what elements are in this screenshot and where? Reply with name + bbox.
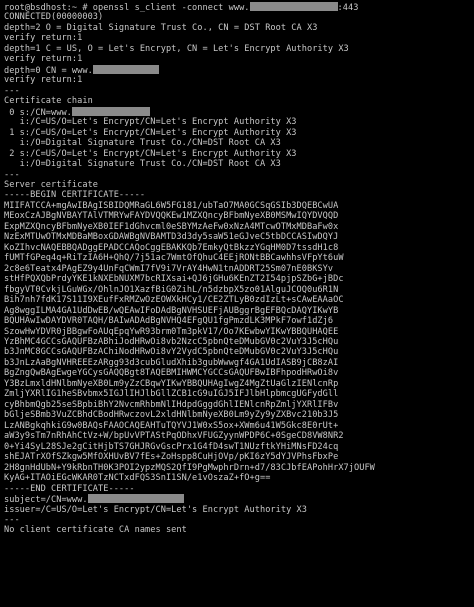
prompt-command: root@bsdhost:~ # openssl s_client -conne… [4, 3, 250, 13]
output-line: depth=2 O = Digital Signature Trust Co.,… [4, 22, 318, 33]
cert-line: BgZngQwBAgEwgeYGCysGAQQBgt8TAQEBMIHWMCYG… [4, 368, 339, 379]
section-heading: Certificate chain [4, 96, 93, 107]
chain-line: i:/O=Digital Signature Trust Co./CN=DST … [4, 159, 281, 170]
chain-line: i:/C=US/O=Let's Encrypt/CN=Let's Encrypt… [4, 117, 297, 128]
chain-line: 2 s:/C=US/O=Let's Encrypt/CN=Let's Encry… [4, 148, 297, 159]
redacted-hostname [92, 64, 159, 74]
cert-line: fUMTfGPeq4q+RiTzIA6H+QhQ/7j51ac7WmtOfQhu… [4, 253, 344, 264]
output-line: CONNECTED(00000003) [4, 12, 104, 23]
cert-line: ZmljYXRlIG1heSBvbmx5IGJlIHJlbGllZCB1cG9u… [4, 389, 339, 400]
separator-line: --- [4, 85, 20, 96]
cert-line: aW3y9sTm7nRhAhCtVz+W/bpUvVPTAStPqODhxVFU… [4, 431, 344, 442]
cert-line: ExpMZXQncyBFbmNyeXB0IEF1dGhvcml0eSBYMzAe… [4, 221, 339, 232]
cert-line: bGljeSBmb3VuZCBhdCBodHRwczovL2xldHNlbmNy… [4, 410, 339, 421]
cert-line: Ag8wggILMA4GA1UdDwEB/wQEAwIFoDAdBgNVHSUE… [4, 305, 339, 316]
depth0-line: depth=0 CN = www. [4, 64, 471, 76]
cert-line: NzExMTUwOTMxMDBaMBoxGDAWBgNVBAMTD3d3dy5s… [4, 232, 339, 243]
chain0-subject: 0 s:/CN=www. [4, 107, 72, 118]
cert-line: MEoxCzAJBgNVBAYTAlVTMRYwFAYDVQQKEw1MZXQn… [4, 211, 339, 222]
cert-line: Y3BzLmxldHNlbmNyeXB0Lm9yZzCBqwYIKwYBBQUH… [4, 378, 339, 389]
cert-line: KoZIhvcNAQEBBQADggEPADCCAQoCggEBAKKQb7Em… [4, 242, 339, 253]
prompt-line: root@bsdhost:~ # openssl s_client -conne… [4, 2, 471, 12]
output-line: depth=1 C = US, O = Let's Encrypt, CN = … [4, 43, 349, 54]
cert-line: 2H8gnHdUbN+Y9kRbnTH0K3POI2ypzMQS2QfI9PgM… [4, 462, 375, 473]
output-line: verify return:1 [4, 33, 83, 44]
chain-line: 1 s:/C=US/O=Let's Encrypt/CN=Let's Encry… [4, 127, 297, 138]
prompt-port: :443 [337, 3, 359, 13]
begin-certificate-line: -----BEGIN CERTIFICATE----- [4, 190, 146, 201]
cert-line: stHfPQXQbPrdyYKE1kNXEbNUXM7bcRIXsai+QJ6j… [4, 274, 344, 285]
cert-line: 2c8e6Teatx4PAgEZ9y4UnFqCWmI7fV9i7VrAY4Hw… [4, 263, 334, 274]
output-line: verify return:1 [4, 54, 83, 65]
cert-line: SzowHwYDVR0jBBgwFoAUqEpqYwR93brm0Tm3pkV1… [4, 326, 339, 337]
separator-line: --- [4, 514, 20, 525]
cert-line: cyBhbmQgb25seSBpbiBhY2NvcmRhbmNlIHdpdGgg… [4, 399, 339, 410]
redacted-hostname [249, 2, 338, 11]
cert-line: MIIFATCCA+mgAwIBAgISBIDQMRaGL6W5FG181/ub… [4, 200, 339, 211]
output-line: verify return:1 [4, 75, 83, 86]
subject-line: subject=/CN=www. [4, 494, 471, 505]
cert-line: BQUHAwIwDAYDVR0TAQH/BAIwADAdBgNVHQ4EFgQU… [4, 316, 334, 327]
cert-line: Bih7nh7fdK17S11I9XEufFxRMZwOzEOWXkHCy1/C… [4, 295, 344, 306]
section-heading: Server certificate [4, 179, 99, 190]
cert-line: LzANBgkqhkiG9w0BAQsFAAOCAQEAHTuTQYVJ1W0x… [4, 420, 339, 431]
output-line: No client certificate CA names sent [4, 525, 187, 536]
cert-line: YzBhMC4GCCsGAQUFBzABhiJodHRwOi8vb2NzcC5p… [4, 337, 339, 347]
cert-line: fbgyVT0CvkjLGuWGx/OhlnJO1XazfBiG0ZihL/n5… [4, 284, 339, 295]
end-certificate-line: -----END CERTIFICATE----- [4, 483, 135, 494]
issuer-line: issuer=/C=US/O=Let's Encrypt/CN=Let's En… [4, 504, 307, 515]
depth0-text: depth=0 CN = www. [4, 65, 93, 76]
chain-line: 0 s:/CN=www. [4, 106, 471, 118]
redacted-hostname [71, 106, 150, 116]
terminal-window[interactable]: root@bsdhost:~ # openssl s_client -conne… [0, 0, 474, 607]
cert-line: 0+Yi4SyL28SJe2gCitHjbTS7GHJRGvGscPrx1G4f… [4, 441, 339, 452]
cert-line: b3JnMC8GCCsGAQUFBzAChiNodHRwOi8vY2VydC5p… [4, 347, 339, 358]
subject-text: subject=/CN=www. [4, 495, 88, 505]
cert-line: KyAG+ITAOiEGcWKAR0TzNCTxdFQS3SnI1SN/e1vO… [4, 473, 271, 484]
cert-line: b3JnLzAaBgNVHREEEzARgg93d3cubGludXhib3gu… [4, 357, 339, 368]
redacted-hostname [87, 494, 184, 504]
chain-line: i:/O=Digital Signature Trust Co./CN=DST … [4, 138, 281, 149]
cert-line: shEJATrXOfSZkgw5MfOXHUvBV7fEs+ZoHspp8CuH… [4, 452, 339, 463]
separator-line: --- [4, 169, 20, 180]
